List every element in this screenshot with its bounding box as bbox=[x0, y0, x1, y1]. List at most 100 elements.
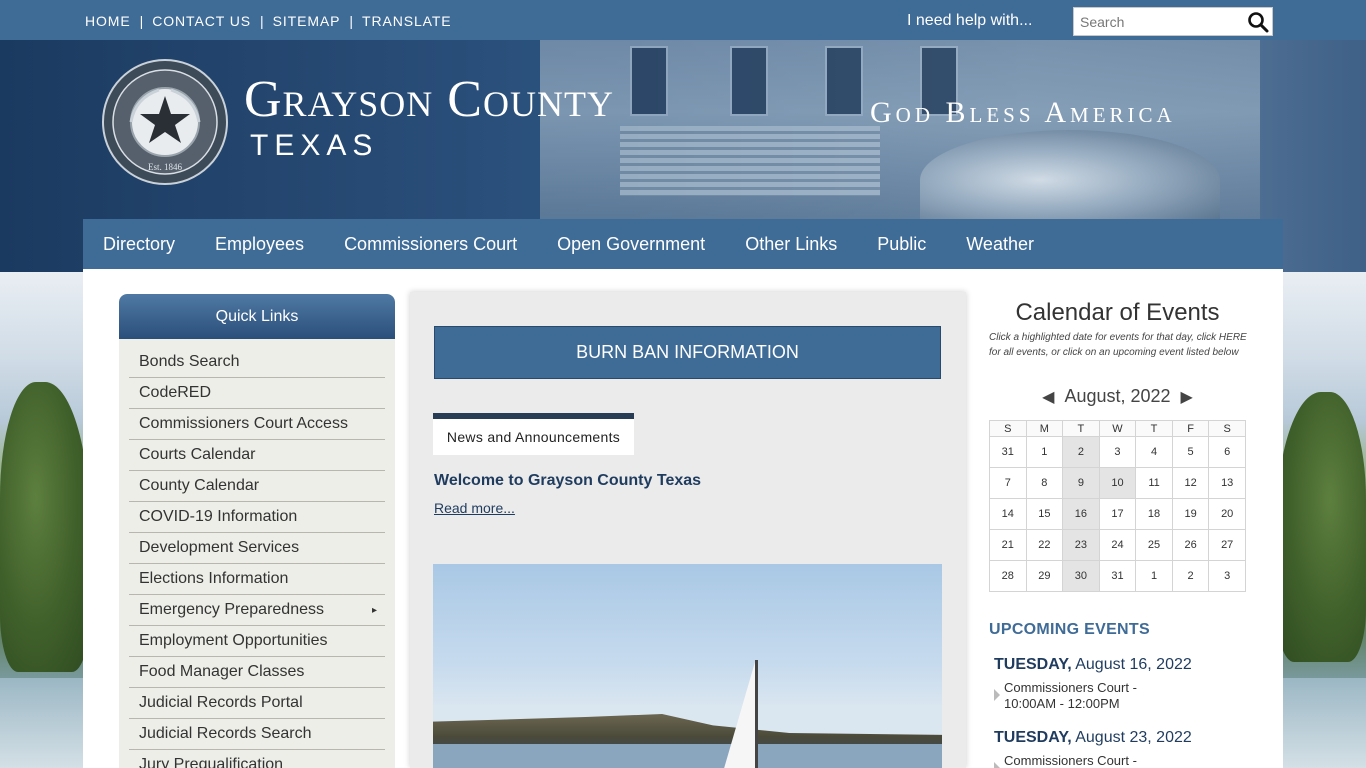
news-headline[interactable]: Welcome to Grayson County Texas bbox=[434, 472, 701, 490]
nav-weather[interactable]: Weather bbox=[966, 234, 1034, 255]
top-link-home[interactable]: HOME bbox=[85, 13, 131, 29]
calendar-day: 1 bbox=[1025, 436, 1064, 468]
courthouse-window bbox=[730, 46, 768, 116]
calendar-day: 31 bbox=[989, 436, 1027, 468]
calendar-week-row: 7 8 9 10 11 12 13 bbox=[989, 467, 1246, 499]
quick-link-item[interactable]: Commissioners Court Access bbox=[129, 409, 385, 440]
calendar-weekday-row: SMTWTFS bbox=[989, 420, 1246, 437]
photo-mast bbox=[755, 660, 758, 768]
quick-link-item[interactable]: Food Manager Classes bbox=[129, 657, 385, 688]
news-announcements-tab[interactable]: News and Announcements bbox=[433, 413, 634, 455]
calendar-title: Calendar of Events bbox=[1015, 299, 1220, 326]
calendar-day: 8 bbox=[1025, 467, 1064, 499]
event-day: TUESDAY, bbox=[994, 656, 1072, 673]
event-time: 10:00AM - 12:00PM bbox=[1004, 696, 1120, 711]
quick-link-label: COVID-19 Information bbox=[139, 508, 298, 525]
top-link-translate[interactable]: TRANSLATE bbox=[362, 13, 452, 29]
event-details[interactable]: Commissioners Court - bbox=[994, 753, 1254, 768]
site-subtitle: TEXAS bbox=[250, 129, 379, 162]
quick-link-item[interactable]: Judicial Records Search bbox=[129, 719, 385, 750]
search-input[interactable] bbox=[1074, 8, 1244, 35]
quick-link-item[interactable]: COVID-19 Information bbox=[129, 502, 385, 533]
nav-open-government[interactable]: Open Government bbox=[557, 234, 705, 255]
event-title: Commissioners Court - bbox=[1004, 753, 1137, 768]
main-nav: Directory Employees Commissioners Court … bbox=[83, 219, 1283, 269]
quick-link-item[interactable]: Emergency Preparedness ▸ bbox=[129, 595, 385, 626]
nav-commissioners-court[interactable]: Commissioners Court bbox=[344, 234, 517, 255]
motto: God Bless America bbox=[870, 96, 1176, 129]
calendar-week-row: 31 1 2 3 4 5 6 bbox=[989, 436, 1246, 468]
event-date: TUESDAY, August 16, 2022 bbox=[994, 656, 1254, 674]
quick-link-label: Jury Prequalification bbox=[139, 756, 284, 768]
calendar-day: 28 bbox=[989, 560, 1027, 592]
nav-other-links[interactable]: Other Links bbox=[745, 234, 837, 255]
submenu-arrow-icon: ▸ bbox=[371, 604, 377, 616]
quick-links-list: Bonds Search CodeRED Commissioners Court A… bbox=[119, 347, 395, 768]
background-tree-right bbox=[1276, 392, 1366, 662]
quick-links-panel: Quick Links Bonds Search CodeRED Commissio… bbox=[119, 294, 395, 768]
weekday-header: T bbox=[1062, 420, 1100, 437]
calendar-week-row: 28 29 30 31 1 2 3 bbox=[989, 560, 1246, 592]
nav-directory[interactable]: Directory bbox=[103, 234, 175, 255]
calendar-day: 17 bbox=[1098, 498, 1137, 530]
burn-ban-button[interactable]: BURN BAN INFORMATION bbox=[434, 326, 941, 379]
calendar-day: 21 bbox=[989, 529, 1027, 561]
upcoming-event[interactable]: TUESDAY, August 23, 2022 Commissioners C… bbox=[994, 729, 1254, 768]
help-menu-trigger[interactable]: I need help with... bbox=[907, 12, 1032, 30]
calendar-day: 27 bbox=[1208, 529, 1246, 561]
event-date: TUESDAY, August 23, 2022 bbox=[994, 729, 1254, 747]
calendar-day-with-events[interactable]: 23 bbox=[1062, 529, 1100, 561]
calendar-day: 11 bbox=[1135, 467, 1173, 499]
upcoming-event[interactable]: TUESDAY, August 16, 2022 Commissioners C… bbox=[994, 656, 1254, 712]
background-water-right bbox=[1276, 678, 1366, 768]
quick-link-item[interactable]: Development Services bbox=[129, 533, 385, 564]
county-seal-logo[interactable]: Est. 1846 bbox=[101, 58, 229, 186]
calendar-month-label: August, 2022 bbox=[1064, 386, 1171, 406]
prev-month-icon[interactable]: ◀ bbox=[1042, 387, 1054, 407]
quick-link-label: County Calendar bbox=[139, 477, 260, 494]
courthouse-window bbox=[630, 46, 668, 116]
calendar-day: 13 bbox=[1208, 467, 1246, 499]
calendar-day-with-events[interactable]: 30 bbox=[1062, 560, 1100, 592]
weekday-header: T bbox=[1135, 420, 1173, 437]
event-title: Commissioners Court - bbox=[1004, 680, 1137, 695]
calendar-day-with-events[interactable]: 16 bbox=[1062, 498, 1100, 530]
event-date-text: August 16, 2022 bbox=[1075, 656, 1192, 673]
top-link-contact-us[interactable]: CONTACT US bbox=[152, 13, 251, 29]
courthouse-window bbox=[825, 46, 863, 116]
calendar-month-header: ◀ August, 2022 ▶ bbox=[989, 386, 1246, 407]
separator: | bbox=[259, 13, 264, 29]
quick-link-item[interactable]: Judicial Records Portal bbox=[129, 688, 385, 719]
quick-link-item[interactable]: Jury Prequalification bbox=[129, 750, 385, 768]
quick-link-item[interactable]: County Calendar bbox=[129, 471, 385, 502]
next-month-icon[interactable]: ▶ bbox=[1181, 387, 1193, 407]
top-link-sitemap[interactable]: SITEMAP bbox=[273, 13, 341, 29]
nav-public[interactable]: Public bbox=[877, 234, 926, 255]
calendar-day-with-events[interactable]: 10 bbox=[1098, 467, 1137, 499]
quick-link-item[interactable]: Bonds Search bbox=[129, 347, 385, 378]
search-icon[interactable] bbox=[1246, 10, 1270, 34]
calendar-day: 7 bbox=[989, 467, 1027, 499]
calendar-day-with-events[interactable]: 9 bbox=[1062, 467, 1100, 499]
quick-links-title: Quick Links bbox=[119, 294, 395, 339]
quick-link-label: Courts Calendar bbox=[139, 446, 256, 463]
quick-link-item[interactable]: Elections Information bbox=[129, 564, 385, 595]
quick-link-item[interactable]: CodeRED bbox=[129, 378, 385, 409]
top-utility-bar: HOME | CONTACT US | SITEMAP | TRANSLATE … bbox=[0, 0, 1366, 40]
calendar-day: 12 bbox=[1171, 467, 1210, 499]
calendar-day: 24 bbox=[1098, 529, 1137, 561]
calendar-day: 19 bbox=[1171, 498, 1210, 530]
calendar-week-row: 21 22 23 24 25 26 27 bbox=[989, 529, 1246, 561]
weekday-header: M bbox=[1025, 420, 1064, 437]
read-more-link[interactable]: Read more... bbox=[434, 500, 515, 516]
calendar-day-with-events[interactable]: 2 bbox=[1062, 436, 1100, 468]
quick-link-item[interactable]: Courts Calendar bbox=[129, 440, 385, 471]
courthouse-steps bbox=[620, 126, 880, 196]
quick-link-label: Food Manager Classes bbox=[139, 663, 305, 680]
lake-sailboat-photo bbox=[433, 564, 942, 768]
event-details[interactable]: Commissioners Court - 10:00AM - 12:00PM bbox=[994, 680, 1254, 712]
quick-link-item[interactable]: Employment Opportunities bbox=[129, 626, 385, 657]
calendar-day: 2 bbox=[1171, 560, 1210, 592]
calendar-day: 3 bbox=[1208, 560, 1246, 592]
nav-employees[interactable]: Employees bbox=[215, 234, 304, 255]
